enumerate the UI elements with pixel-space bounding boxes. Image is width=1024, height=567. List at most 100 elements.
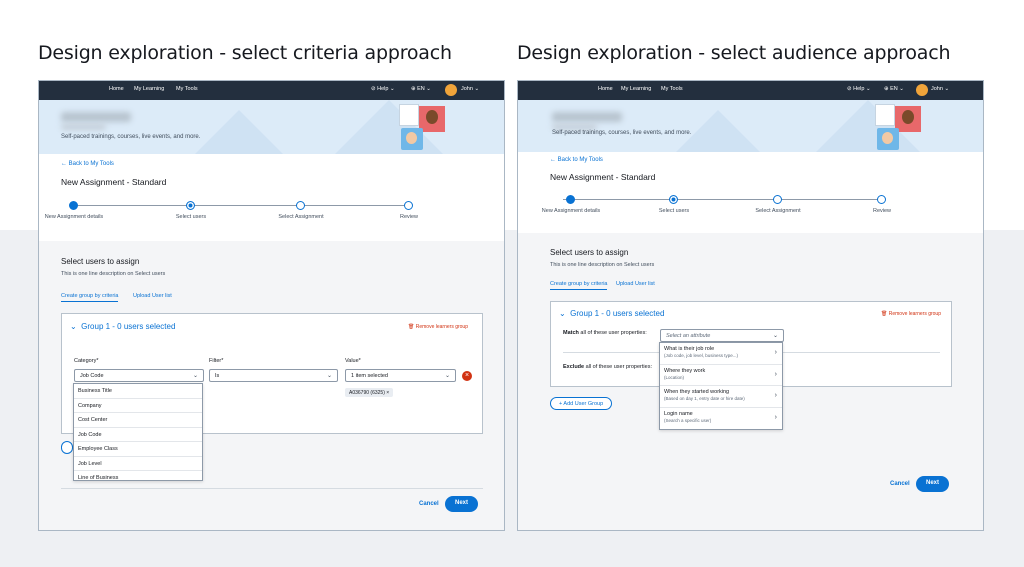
group-toggle[interactable]: ⌄ Group 1 - 0 users selected <box>70 322 175 331</box>
user-avatar[interactable] <box>445 84 457 96</box>
section-description: This is one line description on Select u… <box>61 271 166 277</box>
user-menu[interactable]: John ⌄ <box>931 86 949 92</box>
filter-select[interactable]: Is ⌄ <box>209 369 338 382</box>
step-label: Review <box>872 208 892 214</box>
group-toggle[interactable]: ⌄ Group 1 - 0 users selected <box>559 309 664 318</box>
language-menu[interactable]: ⊕ EN ⌄ <box>411 86 431 92</box>
step-3-indicator <box>296 201 305 210</box>
step-label: New Assignment details <box>541 208 601 214</box>
chevron-right-icon: › <box>774 370 777 378</box>
user-avatar[interactable] <box>916 84 928 96</box>
people-illustration <box>875 104 921 150</box>
step-label: Select users <box>175 214 207 220</box>
step-2-indicator <box>669 195 678 204</box>
blurred-brand <box>552 112 622 122</box>
chevron-down-icon: ⌄ <box>444 373 450 379</box>
step-3-indicator <box>773 195 782 204</box>
main-content: Select users to assign This is one line … <box>518 233 983 530</box>
step-label: Review <box>399 214 419 220</box>
tab-create-group[interactable]: Create group by criteria <box>550 281 608 290</box>
trash-icon: 🗑 <box>881 311 888 317</box>
attribute-dropdown: What is their job role (Job code, job lev… <box>659 342 783 430</box>
progress-stepper: New Assignment details Select users Sele… <box>542 195 950 225</box>
value-label: Value* <box>345 358 361 364</box>
attribute-option-start-date[interactable]: When they started working (Based on day 1… <box>660 386 782 408</box>
attribute-option-login[interactable]: Login name (Search a specific user) › <box>660 408 782 430</box>
help-menu[interactable]: ⊘ Help ⌄ <box>371 86 395 92</box>
attribute-select[interactable]: Select an attribute ⌄ <box>660 329 784 342</box>
left-section-title: Design exploration - select criteria app… <box>38 42 452 64</box>
dropdown-option[interactable]: Business Title <box>74 384 202 399</box>
step-4-indicator <box>404 201 413 210</box>
section-heading: Select users to assign <box>550 248 629 257</box>
exclude-rule-label: Exclude all of these user properties: <box>563 364 652 370</box>
language-menu[interactable]: ⊕ EN ⌄ <box>884 86 904 92</box>
tab-upload-list[interactable]: Upload User list <box>133 293 172 299</box>
arrow-left-icon: ← <box>61 161 67 167</box>
dropdown-option[interactable]: Job Code <box>74 428 202 442</box>
blurred-brand <box>61 112 131 122</box>
remove-criteria-icon[interactable]: × <box>462 371 472 381</box>
remove-group-button[interactable]: 🗑 Remove learners group <box>881 311 941 317</box>
dropdown-option[interactable]: Line of Business <box>74 471 202 480</box>
back-link[interactable]: ← Back to My Tools <box>550 157 603 163</box>
dropdown-option[interactable]: Job Level <box>74 457 202 471</box>
match-rule-label: Match all of these user properties: <box>563 330 647 336</box>
dropdown-option[interactable]: Employee Class <box>74 442 202 457</box>
chevron-right-icon: › <box>774 413 777 421</box>
section-heading: Select users to assign <box>61 257 140 266</box>
category-dropdown: Business Title Company Cost Center Job C… <box>73 383 203 481</box>
arrow-left-icon: ← <box>550 157 556 163</box>
main-content: Select users to assign This is one line … <box>39 241 504 530</box>
step-4-indicator <box>877 195 886 204</box>
help-menu[interactable]: ⊘ Help ⌄ <box>847 86 871 92</box>
trash-icon: 🗑 <box>408 324 415 330</box>
step-1-check-icon <box>566 195 575 204</box>
right-section-title: Design exploration - select audience app… <box>517 42 951 64</box>
add-user-group-button[interactable]: + Add User Group <box>550 397 613 410</box>
hero-banner: Self-paced trainings, courses, live even… <box>518 100 983 152</box>
nav-home[interactable]: Home <box>598 86 613 92</box>
nav-my-tools[interactable]: My Tools <box>661 86 683 92</box>
back-link[interactable]: ← Back to My Tools <box>61 161 114 167</box>
next-button[interactable]: Next <box>445 496 479 512</box>
chevron-right-icon: › <box>774 392 777 399</box>
close-icon[interactable]: × <box>386 390 389 396</box>
nav-my-learning[interactable]: My Learning <box>621 86 651 92</box>
category-label: Category* <box>74 358 99 364</box>
page-title: New Assignment - Standard <box>550 172 656 182</box>
add-group-button-partial[interactable] <box>61 441 73 454</box>
attribute-option-location[interactable]: Where they work (Location) › <box>660 365 782 386</box>
criteria-approach-frame: Home My Learning My Tools ⊘ Help ⌄ ⊕ EN … <box>38 80 505 531</box>
attribute-option-job-role[interactable]: What is their job role (Job code, job lev… <box>660 343 782 365</box>
banner-subtitle: Self-paced trainings, courses, live even… <box>61 134 201 140</box>
user-menu[interactable]: John ⌄ <box>461 86 479 92</box>
step-label: Select Assignment <box>278 214 324 220</box>
tab-upload-list[interactable]: Upload User list <box>616 281 655 287</box>
chevron-down-icon: ⌄ <box>326 373 332 379</box>
nav-my-tools[interactable]: My Tools <box>176 86 198 92</box>
value-select[interactable]: 1 item selected ⌄ <box>345 369 456 382</box>
audience-approach-frame: Home My Learning My Tools ⊘ Help ⌄ ⊕ EN … <box>517 80 984 531</box>
remove-group-button[interactable]: 🗑 Remove learners group <box>408 324 468 330</box>
chevron-down-icon: ⌄ <box>70 322 77 331</box>
step-label: New Assignment details <box>44 214 104 220</box>
nav-my-learning[interactable]: My Learning <box>134 86 164 92</box>
chevron-down-icon: ⌄ <box>559 309 566 318</box>
banner-subtitle: Self-paced trainings, courses, live even… <box>552 130 692 136</box>
cancel-button[interactable]: Cancel <box>419 501 439 507</box>
top-nav: Home My Learning My Tools ⊘ Help ⌄ ⊕ EN … <box>39 81 504 100</box>
dropdown-option[interactable]: Cost Center <box>74 413 202 428</box>
step-2-indicator <box>186 201 195 210</box>
nav-home[interactable]: Home <box>109 86 124 92</box>
tab-create-group[interactable]: Create group by criteria <box>61 293 119 302</box>
step-1-check-icon <box>69 201 78 210</box>
next-button[interactable]: Next <box>916 476 950 492</box>
cancel-button[interactable]: Cancel <box>890 481 910 487</box>
dropdown-option[interactable]: Company <box>74 399 202 413</box>
selected-value-chip: A036790 (6325) × <box>345 388 394 397</box>
top-nav: Home My Learning My Tools ⊘ Help ⌄ ⊕ EN … <box>518 81 983 100</box>
section-description: This is one line description on Select u… <box>550 262 655 268</box>
filter-label: Filter* <box>209 358 224 364</box>
category-select[interactable]: Job Code ⌄ <box>74 369 204 382</box>
